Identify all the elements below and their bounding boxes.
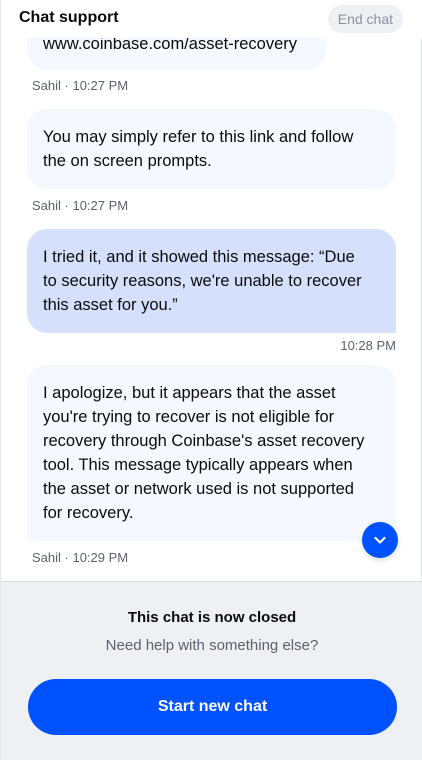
message-line: recovery through Coinbase's asset recove… (43, 432, 365, 450)
message-line: I apologize, but it appears that the ass… (43, 384, 336, 402)
message-line: to security reasons, we're unable to rec… (43, 272, 362, 290)
closed-title: This chat is now closed (127, 609, 297, 626)
chat-header: Chat support End chat (1, 0, 422, 38)
message-line: tool. This message typically appears whe… (43, 456, 353, 474)
message-line: You may simply refer to this link and fo… (43, 128, 354, 146)
chevron-down-icon (374, 536, 386, 544)
chat-title: Chat support (19, 9, 119, 26)
message-line: I tried it, and it showed this message: … (43, 248, 355, 266)
message-bubble: You may simply refer to this link and fo… (27, 109, 396, 189)
message-bubble: I apologize, but it appears that the ass… (27, 365, 396, 541)
message-meta: Sahil · 10:29 PM (32, 550, 129, 565)
message-meta: 10:28 PM (340, 338, 396, 353)
start-new-chat-button[interactable]: Start new chat (28, 679, 397, 735)
scroll-to-bottom-button[interactable] (362, 522, 398, 558)
message-line: the on screen prompts. (43, 152, 212, 170)
message-list[interactable]: www.coinbase.com/asset-recovery Sahil · … (1, 0, 422, 580)
end-chat-button[interactable]: End chat (327, 5, 403, 33)
chat-window: www.coinbase.com/asset-recovery Sahil · … (0, 0, 422, 760)
message-line: this asset for you.” (43, 296, 178, 314)
message-meta: Sahil · 10:27 PM (32, 78, 129, 93)
message-line: for recovery. (43, 504, 134, 522)
message-line: you're trying to recover is not eligible… (43, 408, 335, 426)
message-line: the asset or network used is not support… (43, 480, 354, 498)
chat-closed-panel: This chat is now closed Need help with s… (1, 581, 422, 760)
closed-subtitle: Need help with something else? (105, 637, 319, 654)
message-bubble: I tried it, and it showed this message: … (27, 229, 396, 333)
message-meta: Sahil · 10:27 PM (32, 198, 129, 213)
